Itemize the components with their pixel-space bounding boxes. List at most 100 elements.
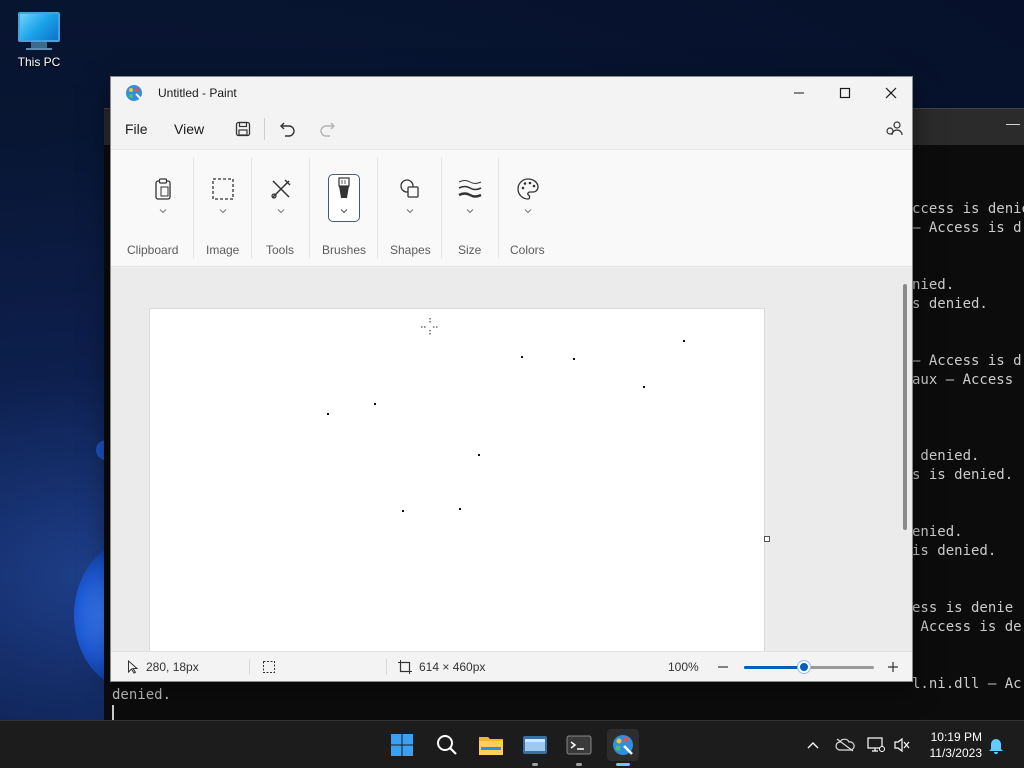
brush-icon bbox=[329, 174, 359, 204]
paint-icon bbox=[613, 735, 633, 755]
undo-icon bbox=[280, 122, 295, 137]
chevron-down-icon bbox=[340, 209, 348, 214]
taskbar-terminal[interactable] bbox=[563, 729, 595, 766]
volume-muted-icon bbox=[894, 737, 910, 753]
cursor-position: 280, 18px bbox=[146, 660, 199, 674]
canvas-dot bbox=[374, 403, 376, 405]
canvas-workspace[interactable] bbox=[111, 268, 912, 651]
ribbon-group-shapes[interactable]: Shapes bbox=[379, 150, 441, 268]
undo-button[interactable] bbox=[275, 117, 301, 141]
save-icon bbox=[235, 121, 251, 137]
canvas-size: 614 × 460px bbox=[419, 660, 486, 674]
chevron-down-icon bbox=[277, 209, 285, 214]
canvas-dot bbox=[327, 413, 329, 415]
network-icon bbox=[867, 737, 885, 752]
canvas-size-icon bbox=[398, 660, 412, 674]
start-button[interactable] bbox=[386, 729, 418, 761]
minimize-icon bbox=[794, 92, 804, 94]
canvas-dot bbox=[459, 508, 461, 510]
terminal-line: aux – Access bbox=[912, 372, 1014, 388]
close-icon bbox=[885, 87, 897, 99]
tray-overflow-button[interactable] bbox=[803, 735, 823, 755]
ribbon-label: Image bbox=[206, 243, 240, 257]
terminal-minimize-button[interactable]: — bbox=[1006, 115, 1020, 131]
taskbar-file-manager[interactable] bbox=[519, 729, 551, 766]
canvas-dot bbox=[573, 358, 575, 360]
account-settings-button[interactable] bbox=[881, 117, 907, 141]
zoom-out-button[interactable] bbox=[717, 661, 729, 673]
menu-view[interactable]: View bbox=[174, 121, 204, 137]
drawing-canvas[interactable] bbox=[149, 308, 765, 651]
save-button[interactable] bbox=[230, 117, 256, 141]
file-explorer-icon bbox=[479, 737, 503, 755]
tray-network[interactable] bbox=[866, 735, 886, 755]
tray-volume[interactable] bbox=[892, 735, 912, 755]
canvas-resize-handle[interactable] bbox=[764, 536, 770, 542]
paint-window[interactable]: Untitled - Paint File View Clipboard Ima… bbox=[110, 76, 913, 682]
cloud-offline-icon bbox=[835, 738, 855, 752]
clock-date: 11/3/2023 bbox=[929, 746, 983, 760]
terminal-line: nied. bbox=[912, 277, 955, 293]
taskbar-clock[interactable]: 10:19 PM 11/3/2023 bbox=[930, 729, 983, 761]
ribbon-label: Clipboard bbox=[127, 243, 179, 257]
vertical-scrollbar[interactable] bbox=[903, 284, 907, 530]
window-title: Untitled - Paint bbox=[158, 86, 237, 100]
chevron-down-icon bbox=[524, 209, 532, 214]
selection-size-icon bbox=[263, 661, 275, 673]
zoom-in-button[interactable] bbox=[887, 661, 899, 673]
terminal-cursor bbox=[112, 705, 114, 720]
terminal-bottom-line: denied. bbox=[112, 687, 172, 703]
ribbon-toolbar: Clipboard Image Tools Brushes Shapes Siz… bbox=[111, 149, 912, 267]
pointer-icon bbox=[128, 660, 139, 674]
canvas-dot bbox=[683, 340, 685, 342]
canvas-dot bbox=[643, 386, 645, 388]
ribbon-group-clipboard[interactable]: Clipboard bbox=[121, 150, 201, 268]
ribbon-label: Shapes bbox=[390, 243, 431, 257]
terminal-line: Access is de bbox=[912, 619, 1022, 635]
file-manager-icon bbox=[523, 736, 547, 754]
terminal-line: – Access is d bbox=[912, 220, 1022, 236]
taskbar-search-button[interactable] bbox=[431, 729, 463, 761]
terminal-line: ccess is denie bbox=[912, 201, 1024, 217]
ribbon-group-size[interactable]: Size bbox=[443, 150, 498, 268]
canvas-dot bbox=[521, 356, 523, 358]
start-icon bbox=[391, 734, 413, 756]
canvas-dot bbox=[402, 510, 404, 512]
terminal-icon bbox=[566, 735, 592, 755]
terminal-line: l.ni.dll – Ac bbox=[912, 676, 1022, 692]
terminal-line: – Access is d bbox=[912, 353, 1022, 369]
minimize-button[interactable] bbox=[776, 77, 822, 109]
terminal-line: is denied. bbox=[912, 543, 997, 559]
notifications-button[interactable] bbox=[986, 735, 1006, 755]
ribbon-label: Tools bbox=[266, 243, 295, 257]
terminal-line: denied. bbox=[912, 448, 980, 464]
taskbar-file-explorer[interactable] bbox=[475, 729, 507, 761]
ribbon-group-colors[interactable]: Colors bbox=[500, 150, 556, 268]
palette-icon bbox=[513, 174, 543, 204]
bell-icon bbox=[989, 739, 1003, 754]
search-icon bbox=[437, 735, 457, 755]
taskbar-paint[interactable] bbox=[607, 729, 639, 766]
crosshair-cursor-icon bbox=[421, 318, 439, 336]
maximize-button[interactable] bbox=[822, 77, 868, 109]
ribbon-label: Size bbox=[458, 243, 482, 257]
ribbon-group-image[interactable]: Image bbox=[195, 150, 251, 268]
zoom-slider[interactable] bbox=[744, 661, 874, 673]
paint-titlebar[interactable]: Untitled - Paint bbox=[111, 77, 912, 109]
canvas-dot bbox=[478, 454, 480, 456]
zoom-level: 100% bbox=[668, 660, 699, 674]
redo-button[interactable] bbox=[314, 117, 340, 141]
redo-icon bbox=[320, 122, 335, 137]
tools-icon bbox=[266, 174, 296, 204]
paint-app-icon bbox=[126, 85, 142, 101]
ribbon-group-tools[interactable]: Tools bbox=[253, 150, 309, 268]
tray-onedrive[interactable] bbox=[835, 735, 855, 755]
menu-file[interactable]: File bbox=[125, 121, 148, 137]
ribbon-group-brushes[interactable]: Brushes bbox=[311, 150, 377, 268]
zoom-slider-thumb[interactable] bbox=[797, 661, 810, 673]
desktop-icon-label: This PC bbox=[17, 55, 61, 69]
chevron-down-icon bbox=[466, 209, 474, 214]
chevron-up-icon bbox=[807, 742, 819, 749]
desktop-icon-this-pc[interactable]: This PC bbox=[10, 10, 68, 69]
close-button[interactable] bbox=[868, 77, 914, 109]
